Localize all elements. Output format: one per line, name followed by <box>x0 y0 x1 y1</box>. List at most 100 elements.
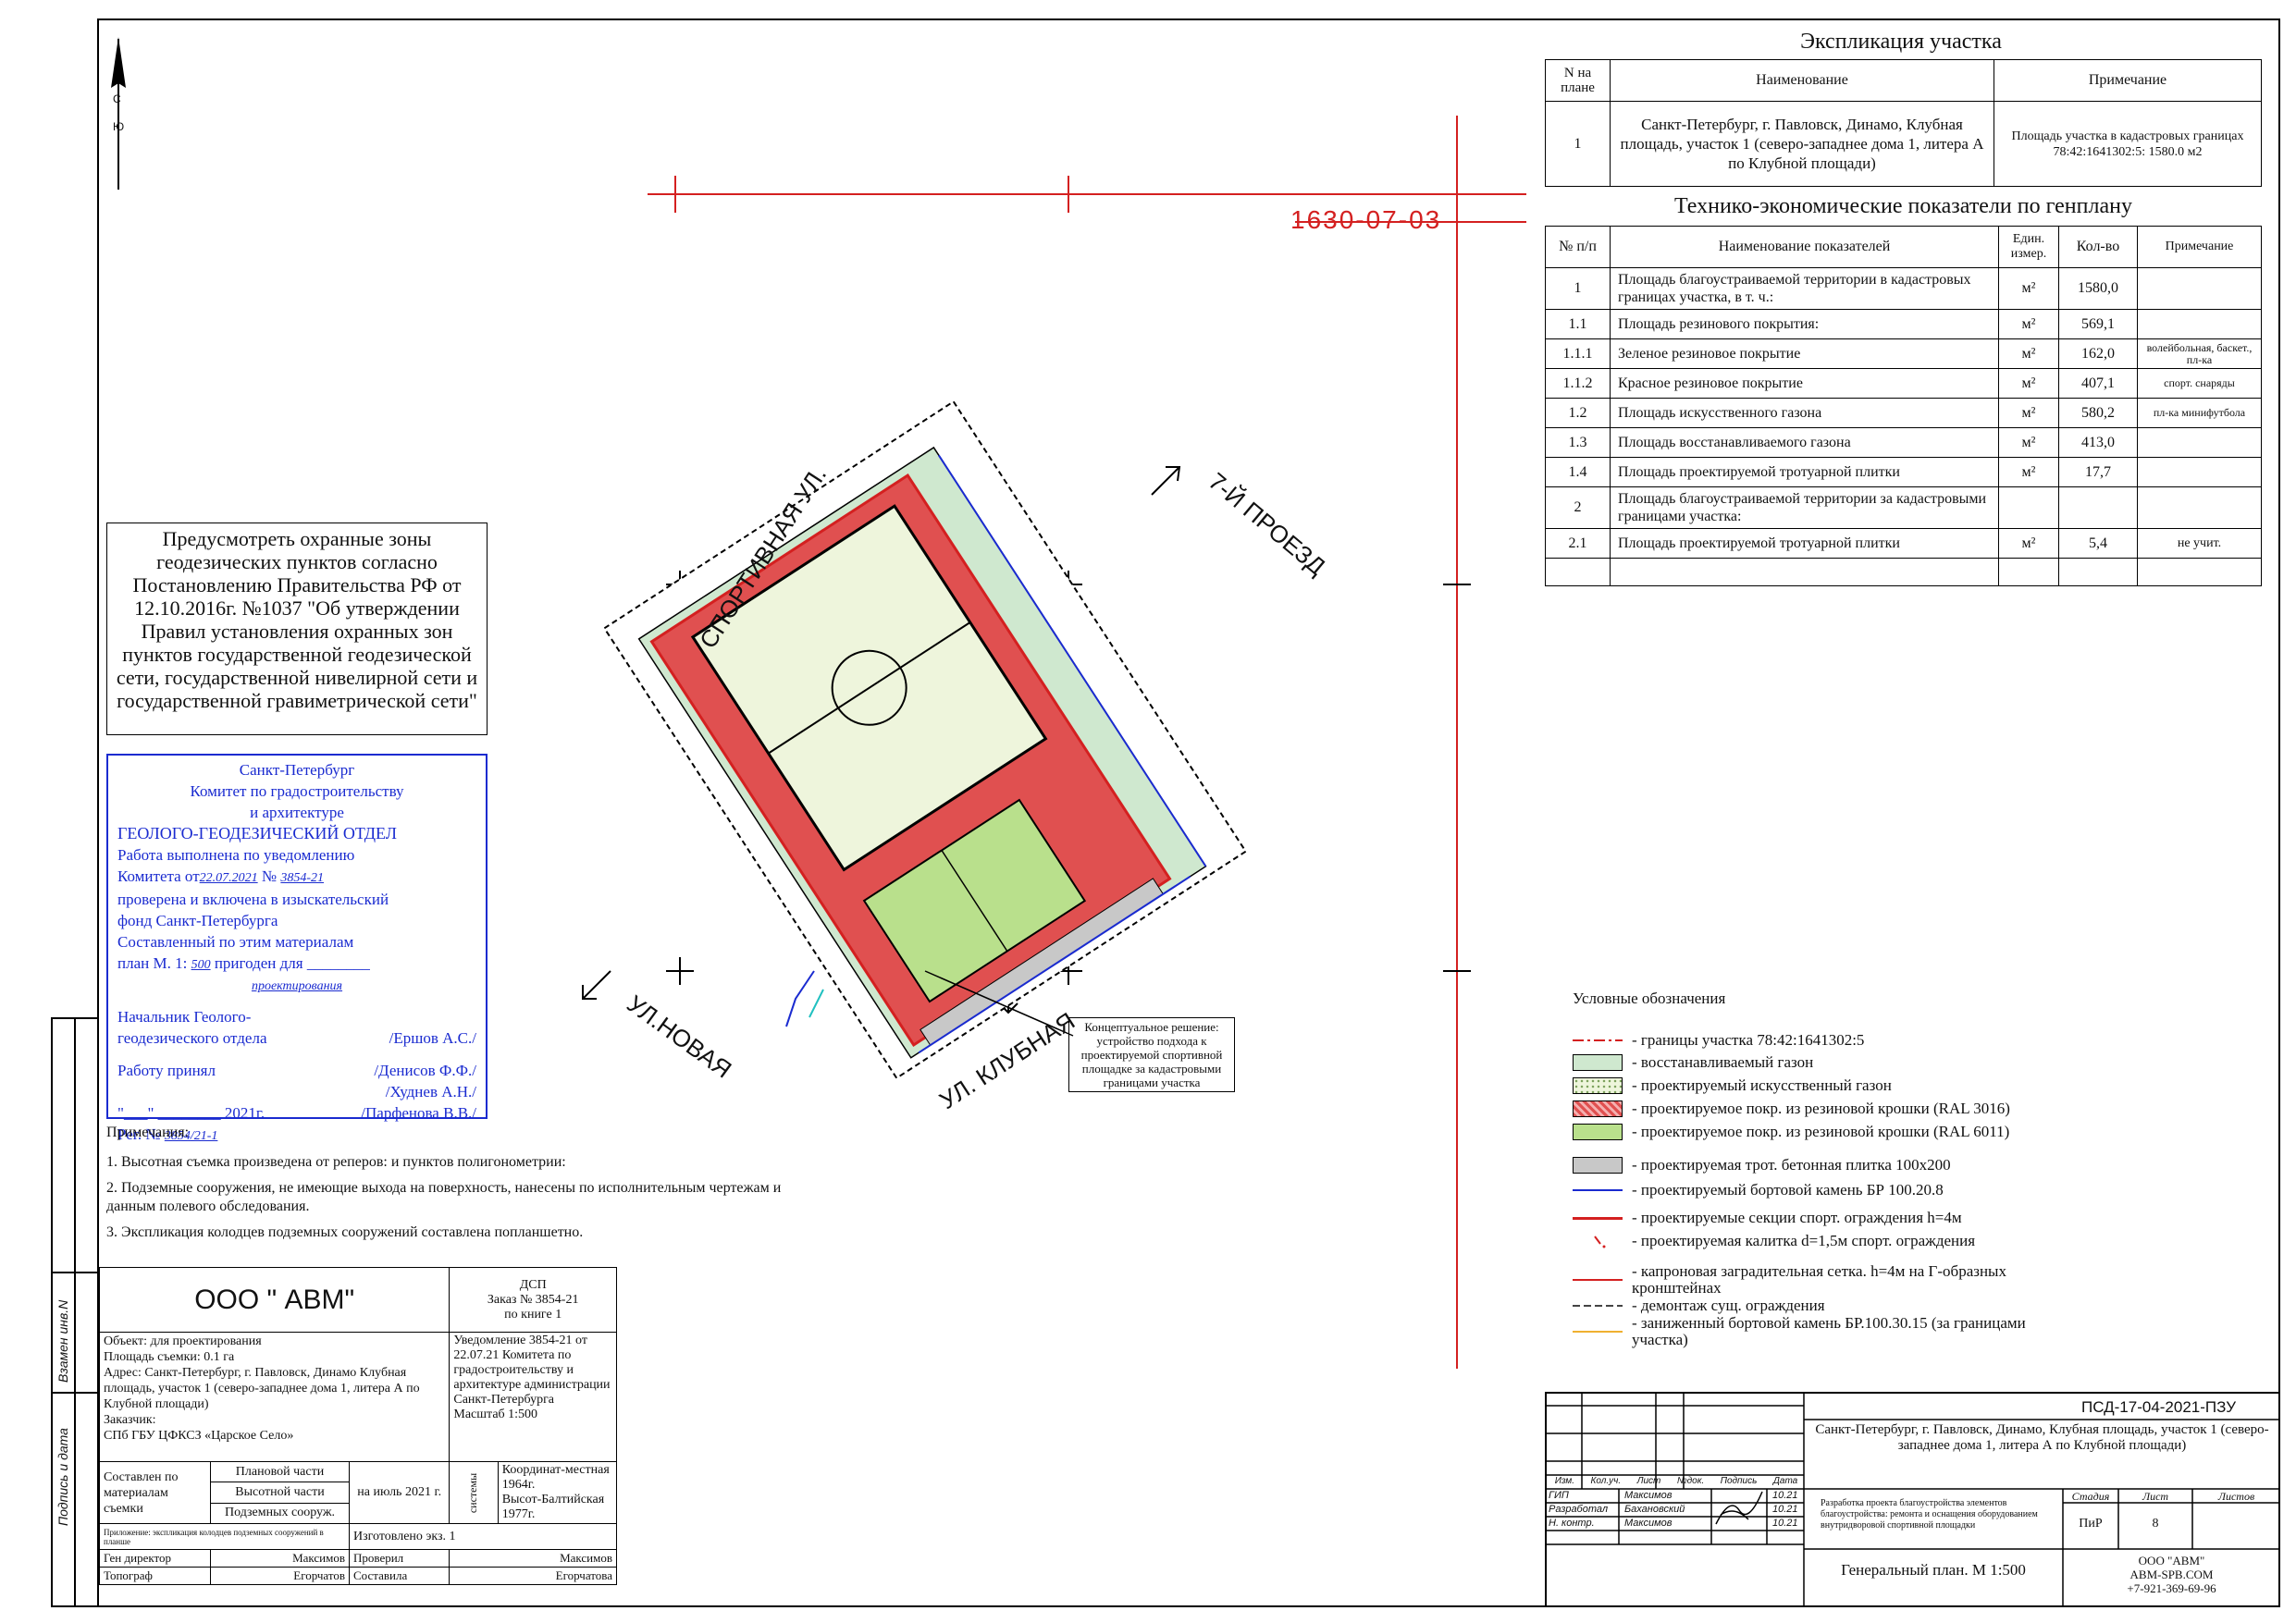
table-row: 2.1 Площадь проектируемой тротуарной пли… <box>1545 528 2262 559</box>
table-row: 1.1.2 Красное резиновое покрытие м² 407,… <box>1545 368 2262 399</box>
legend-title: Условные обозначения <box>1573 990 1726 1007</box>
cell-unit: м² <box>1998 338 2059 369</box>
indicators-header: № п/п <box>1545 226 1611 268</box>
attachment-cell: Приложение: экспликация колодцев подземн… <box>99 1523 350 1550</box>
role-cell: Ген директор <box>99 1549 211 1568</box>
cell-n: 2.1 <box>1545 528 1611 559</box>
cell-n: 1.1 <box>1545 309 1611 339</box>
legend-label: - восстанавливаемый газон <box>1632 1053 1814 1071</box>
person-row: Н. контр. Максимов 10.21 <box>1549 1518 1798 1529</box>
cell-qty: 569,1 <box>2058 309 2138 339</box>
stamp-name: /Худнев А.Н./ <box>385 1083 476 1100</box>
cell-note: пл-ка минифутбола <box>2137 398 2262 428</box>
cell-qty: 5,4 <box>2058 528 2138 559</box>
cell-unit: м² <box>1998 398 2059 428</box>
cell-name: Площадь благоустраиваемой территории в к… <box>1610 267 1999 310</box>
legend-item: - проектируемые секции спорт. ограждения… <box>1573 1207 1962 1229</box>
stage-heads: Стадия Лист Листов <box>2071 1490 2255 1503</box>
legend-label: - заниженный бортовой камень БР.100.30.1… <box>1632 1314 2026 1348</box>
name-cell: Максимов <box>449 1549 617 1568</box>
legend-item: - проектируемая калитка d=1,5м спорт. ог… <box>1573 1230 1975 1252</box>
note-item: 2. Подземные сооружения, не имеющие выхо… <box>106 1180 782 1214</box>
legend-item: - границы участка 78:42:1641302:5 <box>1573 1029 1864 1051</box>
notes-block: Примечания: 1. Высотная съемка произведе… <box>106 1124 809 1242</box>
cell-unit <box>1998 486 2059 529</box>
legend-symbol <box>1573 1100 1623 1117</box>
company-name: ООО " АВМ" <box>98 1267 451 1333</box>
name-cell: Егорчатов <box>210 1567 350 1585</box>
cell-qty: 413,0 <box>2058 427 2138 458</box>
cell-note: спорт. снаряды <box>2137 368 2262 399</box>
explication-row-n: 1 <box>1545 101 1611 187</box>
cell-qty: 162,0 <box>2058 338 2138 369</box>
role-cell: Топограф <box>99 1567 211 1585</box>
table-row: 1.4 Площадь проектируемой тротуарной пли… <box>1545 457 2262 487</box>
stamp-head1: Начальник Геолого- <box>117 1008 252 1026</box>
role-cell: Проверил <box>348 1549 451 1568</box>
geodesy-stamp: Санкт-Петербург Комитет по градостроител… <box>106 754 488 1143</box>
org-block: ООО "АВМ" ABM-SPB.COM +7-921-369-69-96 <box>2127 1554 2216 1595</box>
cell-note <box>2137 486 2262 529</box>
cell-name: Площадь восстанавливаемого газона <box>1610 427 1999 458</box>
cell-note <box>2137 457 2262 487</box>
protection-note: Предусмотреть охранные зоны геодезически… <box>106 523 488 735</box>
table-row: 1.2 Площадь искусственного газона м² 580… <box>1545 398 2262 428</box>
legend-label: - проектируемый искусственный газон <box>1632 1076 1892 1094</box>
cell-unit: м² <box>1998 309 2059 339</box>
table-row: 2 Площадь благоустраиваемой территории з… <box>1545 486 2262 529</box>
indicators-title: Технико-экономические показатели по генп… <box>1674 194 2132 218</box>
notes-title: Примечания: <box>106 1125 190 1140</box>
table-row <box>1545 558 2262 586</box>
north-letter-s: Ю <box>113 120 125 133</box>
cell-name: Площадь проектируемой тротуарной плитки <box>1610 528 1999 559</box>
legend-symbol <box>1573 1323 1623 1340</box>
legend-label: - демонтаж сущ. ограждения <box>1632 1297 1825 1314</box>
legend-label: - проектируемое покр. из резиновой крошк… <box>1632 1123 2010 1140</box>
explication-header-name: Наименование <box>1610 59 1994 102</box>
signature-icon <box>1715 1491 1763 1525</box>
notice-cell: Уведомление 3854-21 от 22.07.21 Комитета… <box>449 1332 617 1462</box>
cell-n: 1.1.1 <box>1545 338 1611 369</box>
stamp-purpose: проектирования <box>251 979 343 993</box>
stamp-line: Комитет по градостроительству <box>190 782 404 800</box>
legend-symbol <box>1573 1182 1623 1199</box>
name-cell: Егорчатова <box>449 1567 617 1585</box>
cell-unit: м² <box>1998 368 2059 399</box>
cell-n: 1.3 <box>1545 427 1611 458</box>
explication-table: N на плане Наименование Примечание 1 Сан… <box>1545 59 2262 187</box>
cell-n: 1.1.2 <box>1545 368 1611 399</box>
legend-symbol <box>1573 1297 1623 1314</box>
cell-unit: м² <box>1998 427 2059 458</box>
note-item: 1. Высотная съемка произведена от реперо… <box>106 1154 566 1170</box>
explication-title: Экспликация участка <box>1800 30 2002 54</box>
explication-row-name: Санкт-Петербург, г. Павловск, Динамо, Кл… <box>1610 101 1994 187</box>
cell-qty: 580,2 <box>2058 398 2138 428</box>
stamp-l3: проверена и включена в изыскательский <box>117 891 389 908</box>
made-cell: Изготовлено экз. 1 <box>349 1523 617 1550</box>
cell-n: 1.4 <box>1545 457 1611 487</box>
person-row: ГИП Максимов 10.21 <box>1549 1490 1798 1501</box>
legend-label: - проектируемая трот. бетонная плитка 10… <box>1632 1156 1951 1174</box>
doc-code: ПСД-17-04-2021-ПЗУ <box>2081 1398 2237 1416</box>
cell-note <box>2137 309 2262 339</box>
table-row: 1.1 Площадь резинового покрытия: м² 569,… <box>1545 309 2262 339</box>
cell-name: Площадь резинового покрытия: <box>1610 309 1999 339</box>
legend-symbol <box>1573 1157 1623 1174</box>
stamp-l5: Составленный по этим материалам <box>117 933 354 951</box>
legend-item: - проектируемое покр. из резиновой крошк… <box>1573 1098 2010 1120</box>
cell-note <box>2137 267 2262 310</box>
stamp-line: Санкт-Петербург <box>239 761 355 779</box>
legend-item: - капроновая заградительная сетка. h=4м … <box>1573 1263 2030 1297</box>
cell-n: 1.2 <box>1545 398 1611 428</box>
cell-n: 1 <box>1545 267 1611 310</box>
legend-symbol <box>1573 1210 1623 1226</box>
object-cell: Объект: для проектирования Площадь съемк… <box>98 1332 451 1462</box>
coords-cell: Координат-местная 1964г. Высот-Балтийска… <box>497 1461 618 1524</box>
plan-number: 1630-07-03 <box>1290 205 1442 234</box>
legend-symbol <box>1573 1233 1623 1249</box>
legend-item: - проектируемый искусственный газон <box>1573 1075 1892 1097</box>
explication-row-note: Площадь участка в кадастровых границах 7… <box>1994 101 2262 187</box>
legend-label: - проектируемый бортовой камень БР 100.2… <box>1632 1181 1944 1199</box>
north-letter-n: С <box>113 92 121 105</box>
cell-note <box>2137 427 2262 458</box>
